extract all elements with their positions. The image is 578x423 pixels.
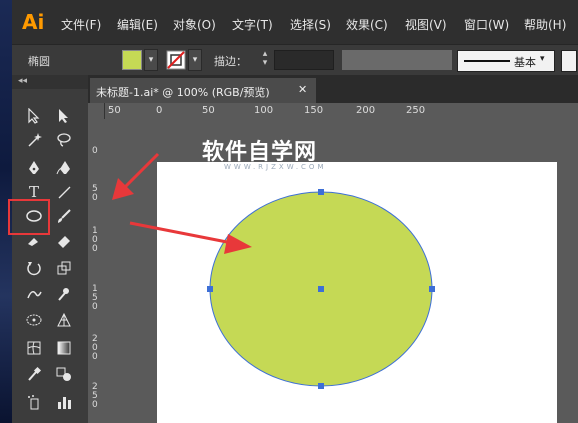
handle-top (318, 189, 324, 195)
ellipse-artwork (112, 152, 435, 389)
handle-bottom (318, 383, 324, 389)
handle-center (318, 286, 324, 292)
handle-left (207, 286, 213, 292)
handle-right (429, 286, 435, 292)
annotation-arrows (112, 152, 252, 254)
